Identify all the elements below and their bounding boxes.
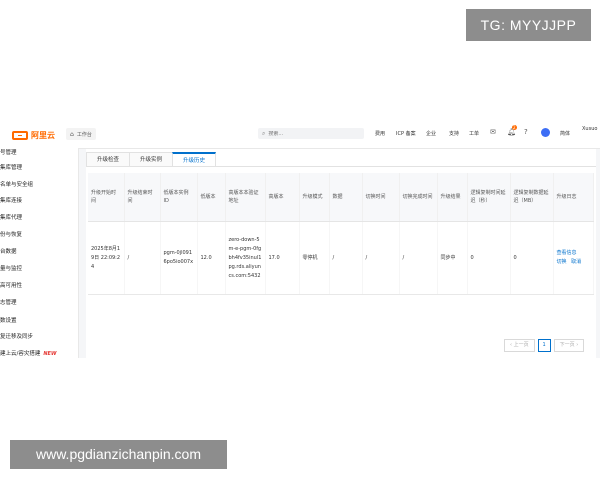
column-header: 低版本实例ID bbox=[160, 173, 198, 222]
workbench-label: 工作台 bbox=[76, 131, 92, 138]
tab-upgrade-history[interactable]: 升级历史 bbox=[172, 152, 216, 167]
notification-badge: 2 bbox=[512, 125, 517, 130]
search-icon: ⌕ bbox=[262, 129, 266, 137]
cell-upgrade-result: 同步中 bbox=[437, 221, 468, 295]
top-bar: 阿里云 ⌂ 工作台 ⌕ 费用 ICP 备案 企业 支持 工单 ✉ 🔔︎ 2 ? … bbox=[0, 120, 600, 149]
next-page-button[interactable]: 下一页 › bbox=[553, 339, 585, 352]
column-header: 逻辑复制时间延迟（秒） bbox=[467, 173, 511, 222]
cell-high-version: 17.0 bbox=[265, 221, 300, 295]
sidebar-item[interactable]: 集库管理 bbox=[0, 163, 22, 171]
avatar[interactable] bbox=[541, 128, 550, 137]
sidebar-item[interactable]: 台数据 bbox=[0, 247, 17, 255]
aliyun-logo-icon bbox=[12, 130, 28, 140]
column-header: 高版本本验证地址 bbox=[225, 173, 266, 222]
column-header: 切换完成时间 bbox=[399, 173, 438, 222]
column-header: 升级开始时间 bbox=[88, 173, 125, 222]
sidebar-item[interactable]: 量与监控 bbox=[0, 264, 22, 272]
page-number-button[interactable]: 1 bbox=[537, 339, 551, 352]
column-header: 低版本 bbox=[197, 173, 226, 222]
cell-lag-mb: 0 bbox=[510, 221, 554, 295]
watermark-top: TG: MYYJJPP bbox=[466, 9, 591, 41]
prev-label: 上一页 bbox=[513, 342, 529, 348]
home-icon: ⌂ bbox=[70, 130, 74, 138]
console-app: 阿里云 ⌂ 工作台 ⌕ 费用 ICP 备案 企业 支持 工单 ✉ 🔔︎ 2 ? … bbox=[0, 120, 600, 358]
tab-divider bbox=[86, 166, 596, 167]
nav-support[interactable]: 支持 bbox=[449, 130, 459, 137]
column-header: 切换时间 bbox=[362, 173, 400, 222]
help-icon[interactable]: ? bbox=[524, 128, 528, 136]
sidebar: 号管理 集库管理 名单与安全组 集库连接 集库代理 份与恢复 台数据 量与监控 … bbox=[0, 148, 79, 358]
cancel-link[interactable]: 取消 bbox=[571, 259, 581, 265]
pagination: ‹ 上一页 1 下一页 › bbox=[504, 339, 585, 352]
cell-low-version: 12.0 bbox=[197, 221, 226, 295]
sidebar-item[interactable]: 数设置 bbox=[0, 316, 17, 324]
search-input[interactable] bbox=[268, 130, 349, 137]
view-log-link[interactable]: 查看信息 bbox=[557, 250, 577, 256]
sidebar-item[interactable]: 号管理 bbox=[0, 148, 17, 156]
sidebar-item[interactable]: 集库代理 bbox=[0, 213, 22, 221]
table-header-row: 升级开始时间 升级结束时间 低版本实例ID 低版本 高版本本验证地址 高版本 升… bbox=[88, 173, 594, 222]
mail-icon[interactable]: ✉ bbox=[490, 128, 496, 136]
watermark-bottom: www.pgdianzichanpin.com bbox=[10, 440, 227, 469]
tab-upgrade-instance[interactable]: 升级实例 bbox=[129, 152, 173, 167]
sidebar-item-migration[interactable]: 建上云/容灾搭建 NEW bbox=[0, 349, 56, 357]
sidebar-item[interactable]: 复迁移及同步 bbox=[0, 332, 33, 340]
cell-actions: 查看信息 切换 取消 bbox=[553, 221, 594, 295]
cell-start-time: 2025年8月19日 22:09:24 bbox=[88, 221, 125, 295]
cell-data: / bbox=[329, 221, 363, 295]
nav-enterprise[interactable]: 企业 bbox=[426, 130, 436, 137]
nav-icp[interactable]: ICP 备案 bbox=[396, 130, 416, 137]
table-row: 2025年8月19日 22:09:24 / pgm-0jl0916po5io00… bbox=[88, 221, 594, 295]
cell-switch-time: / bbox=[362, 221, 400, 295]
cell-end-time: / bbox=[124, 221, 161, 295]
switch-link[interactable]: 切换 bbox=[557, 259, 567, 265]
upgrade-history-table: 升级开始时间 升级结束时间 低版本实例ID 低版本 高版本本验证地址 高版本 升… bbox=[88, 173, 594, 295]
logo-text: 阿里云 bbox=[31, 130, 55, 140]
column-header: 高版本 bbox=[265, 173, 300, 222]
sidebar-item[interactable]: 高可用性 bbox=[0, 281, 22, 289]
sidebar-item-label: 建上云/容灾搭建 bbox=[0, 351, 41, 357]
search-box[interactable]: ⌕ bbox=[258, 128, 364, 139]
prev-page-button[interactable]: ‹ 上一页 bbox=[504, 339, 535, 352]
cell-lag-seconds: 0 bbox=[467, 221, 511, 295]
cell-instance-id: pgm-0jl0916po5io007x bbox=[160, 221, 198, 295]
tab-upgrade-check[interactable]: 升级检查 bbox=[86, 152, 130, 167]
user-name[interactable]: Xusuo bbox=[582, 126, 597, 132]
column-header: 升级结果 bbox=[437, 173, 468, 222]
sidebar-item[interactable]: 志管理 bbox=[0, 298, 17, 306]
column-header: 升级结束时间 bbox=[124, 173, 161, 222]
cell-verify-address: zero-down-5m-e-pgm-0fgbh4fv35inul1pg.rds… bbox=[225, 221, 266, 295]
cell-switch-done-time: / bbox=[399, 221, 438, 295]
upgrade-panel: 升级检查 升级实例 升级历史 升级开始时间 升级结束时间 低版本实例ID 低版本… bbox=[86, 149, 596, 358]
column-header: 逻辑复制数据延迟（MB） bbox=[510, 173, 554, 222]
language-switch[interactable]: 简体 bbox=[560, 130, 570, 137]
workbench-button[interactable]: ⌂ 工作台 bbox=[66, 128, 96, 140]
column-header: 升级日志 bbox=[553, 173, 594, 222]
sidebar-item[interactable]: 集库连接 bbox=[0, 196, 22, 204]
sidebar-item[interactable]: 份与恢复 bbox=[0, 230, 22, 238]
column-header: 升级模式 bbox=[299, 173, 330, 222]
column-header: 数据 bbox=[329, 173, 363, 222]
sidebar-item[interactable]: 名单与安全组 bbox=[0, 180, 33, 188]
nav-billing[interactable]: 费用 bbox=[375, 130, 385, 137]
nav-ticket[interactable]: 工单 bbox=[469, 130, 479, 137]
new-badge: NEW bbox=[43, 351, 57, 357]
next-label: 下一页 bbox=[559, 342, 575, 348]
cell-upgrade-mode: 零停机 bbox=[299, 221, 330, 295]
aliyun-logo[interactable]: 阿里云 bbox=[12, 129, 55, 141]
